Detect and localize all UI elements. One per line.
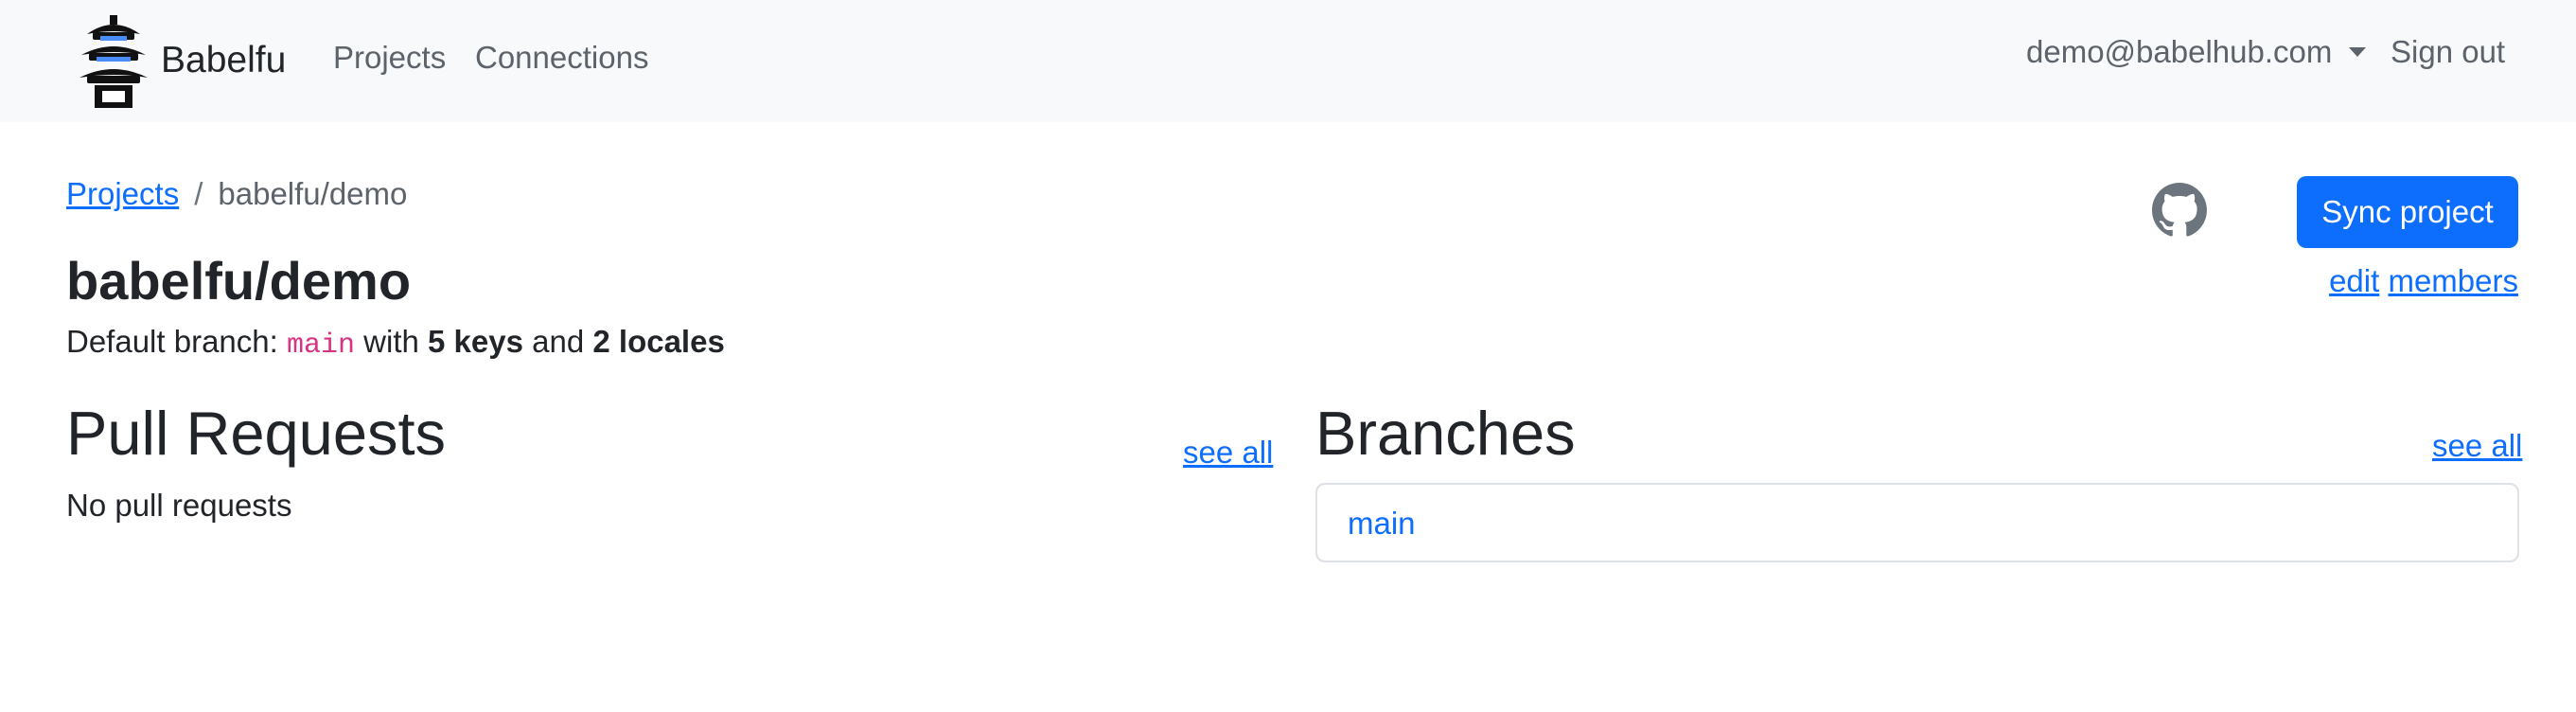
- sync-project-button[interactable]: Sync project: [2297, 176, 2518, 248]
- and-text: and: [532, 324, 585, 359]
- breadcrumb: Projects / babelfu/demo: [66, 176, 407, 212]
- breadcrumb-projects-link[interactable]: Projects: [66, 176, 179, 212]
- members-link[interactable]: members: [2388, 263, 2518, 298]
- pull-requests-empty-text: No pull requests: [66, 488, 292, 523]
- default-branch-info: Default branch: main with 5 keys and 2 l…: [66, 324, 725, 362]
- pull-requests-heading: Pull Requests: [66, 399, 447, 468]
- keys-count: 5 keys: [428, 324, 523, 359]
- github-icon[interactable]: [2152, 183, 2207, 238]
- nav-link-connections[interactable]: Connections: [475, 40, 648, 76]
- pull-requests-see-all-link[interactable]: see all: [1183, 435, 1273, 471]
- edit-link[interactable]: edit: [2329, 263, 2379, 298]
- breadcrumb-current: babelfu/demo: [218, 176, 408, 211]
- branch-list: main: [1315, 483, 2519, 562]
- with-text: with: [363, 324, 419, 359]
- default-branch-label: Default branch:: [66, 324, 278, 359]
- nav-link-projects[interactable]: Projects: [333, 40, 446, 76]
- brand-link[interactable]: Babelfu: [76, 13, 286, 108]
- breadcrumb-separator: /: [194, 176, 203, 211]
- brand-name: Babelfu: [161, 40, 287, 80]
- chevron-down-icon: [2349, 47, 2367, 57]
- branches-see-all-link[interactable]: see all: [2432, 428, 2522, 464]
- locales-count: 2 locales: [592, 324, 725, 359]
- page-title: babelfu/demo: [66, 251, 412, 311]
- pagoda-logo-icon: [79, 15, 148, 108]
- navbar: Babelfu Projects Connections demo@babelh…: [0, 0, 2576, 122]
- branch-item-main[interactable]: main: [1348, 506, 1416, 542]
- user-dropdown[interactable]: demo@babelhub.com: [2026, 34, 2367, 70]
- user-email: demo@babelhub.com: [2026, 34, 2333, 69]
- project-action-links: edit members: [2329, 263, 2518, 299]
- sign-out-link[interactable]: Sign out: [2391, 34, 2505, 70]
- branches-heading: Branches: [1315, 399, 1576, 468]
- default-branch-name: main: [286, 329, 355, 362]
